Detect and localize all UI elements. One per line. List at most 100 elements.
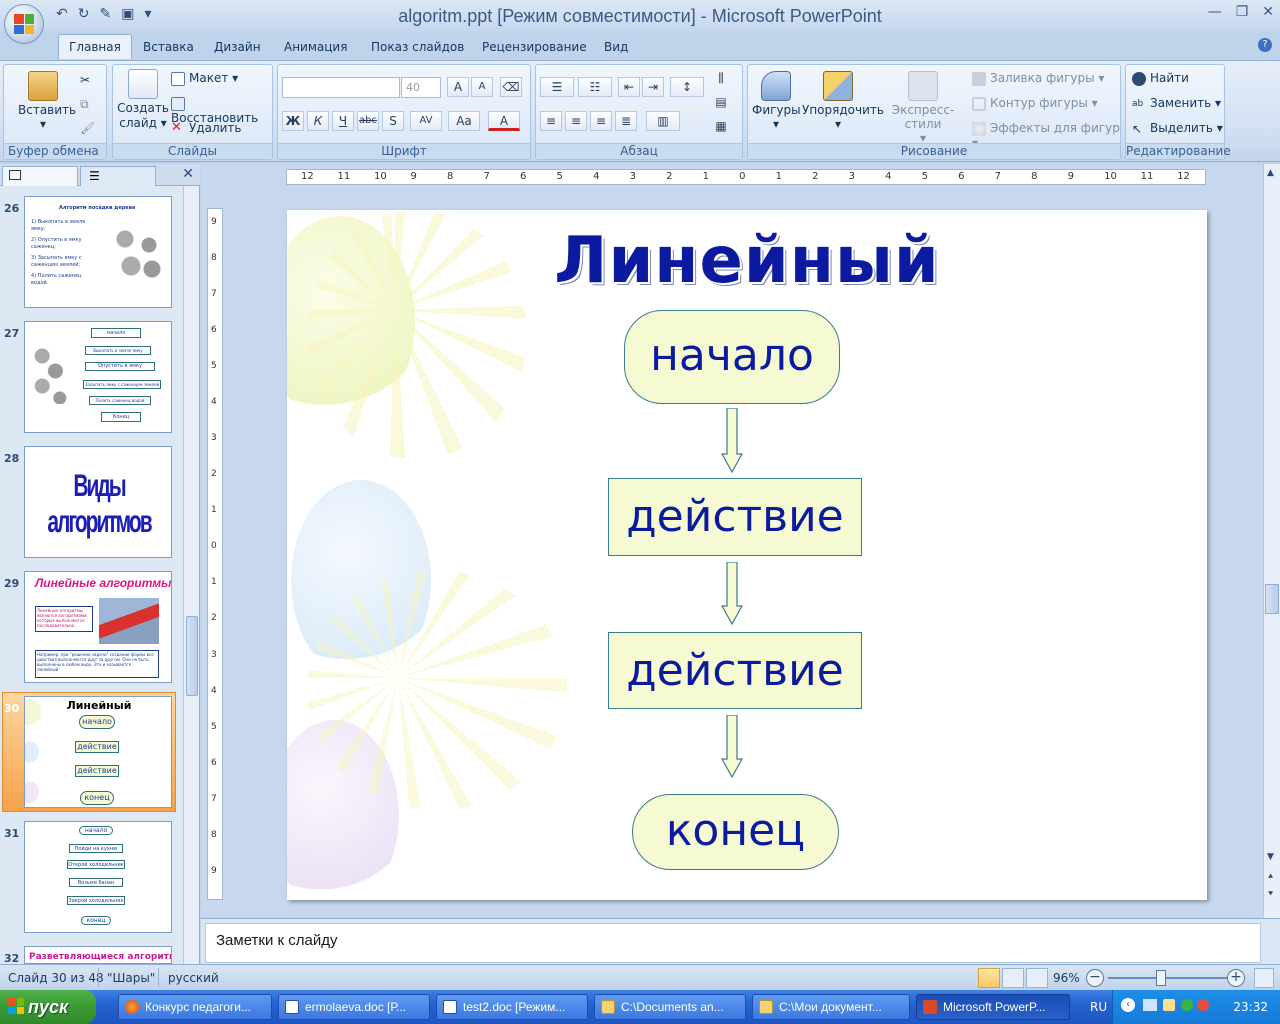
task-explorer-1[interactable]: C:\Documents an...: [594, 994, 746, 1020]
close-panel-icon[interactable]: ✕: [182, 166, 194, 182]
spacing-button[interactable]: AV: [410, 111, 442, 131]
notes-input[interactable]: Заметки к слайду: [205, 923, 1261, 963]
language[interactable]: русский: [168, 971, 219, 985]
arrange-button[interactable]: Упорядочить ▾: [802, 71, 884, 131]
cut-icon[interactable]: ✂: [80, 73, 90, 87]
flow-action-1[interactable]: действие: [608, 478, 862, 556]
new-slide-button[interactable]: Создать слайд ▾: [117, 69, 169, 131]
zoom-in-icon[interactable]: +: [1227, 969, 1245, 987]
shape-fill-button[interactable]: Заливка фигуры ▾: [972, 71, 1104, 86]
tray-arrow-icon[interactable]: ‹: [1121, 998, 1135, 1012]
main-scroll-thumb[interactable]: [1265, 584, 1279, 614]
align-right-button[interactable]: ≡: [590, 111, 612, 131]
increase-indent-button[interactable]: ⇥: [642, 77, 664, 97]
justify-button[interactable]: ≣: [615, 111, 637, 131]
volume-icon[interactable]: [1163, 999, 1175, 1011]
font-name-combo[interactable]: [282, 77, 400, 98]
align-text-icon[interactable]: ▤: [710, 93, 732, 113]
copy-icon[interactable]: ⧉: [80, 97, 89, 112]
thumbnail-box: Открой холодильник: [67, 860, 125, 869]
bold-button[interactable]: Ж: [282, 111, 304, 131]
font-color-button[interactable]: A: [488, 111, 520, 131]
zoom-slider-knob[interactable]: [1156, 970, 1166, 986]
tab-design[interactable]: Дизайн: [214, 40, 261, 54]
line-spacing-button[interactable]: ↕: [670, 77, 704, 97]
ruler-tick-label: 1: [211, 577, 217, 588]
panel-scrollbar[interactable]: [183, 186, 199, 964]
security-icon[interactable]: [1181, 999, 1193, 1011]
shadow-button[interactable]: S: [382, 111, 404, 131]
text-direction-icon[interactable]: ⫼: [710, 69, 732, 89]
flow-end-terminal[interactable]: конец: [632, 794, 839, 870]
office-button[interactable]: [4, 4, 44, 44]
tab-view[interactable]: Вид: [604, 40, 628, 54]
replace-button[interactable]: ab Заменить ▾: [1132, 96, 1221, 111]
italic-button[interactable]: К: [307, 111, 329, 131]
panel-scroll-thumb[interactable]: [186, 616, 198, 696]
slide-canvas[interactable]: Линейный начало действие действие конец: [287, 210, 1207, 900]
find-button[interactable]: Найти: [1132, 71, 1189, 86]
zoom-level[interactable]: 96%: [1053, 971, 1080, 985]
help-icon[interactable]: ?: [1258, 38, 1272, 52]
layout-button[interactable]: Макет ▾: [171, 71, 238, 86]
quick-styles-button[interactable]: Экспресс-стили ▾: [876, 71, 970, 145]
grow-font-button[interactable]: A: [447, 77, 469, 97]
format-brush-icon[interactable]: 🖌: [80, 121, 95, 135]
shape-outline-button[interactable]: Контур фигуры ▾: [972, 96, 1098, 111]
normal-view-button[interactable]: [978, 968, 1000, 988]
tab-home[interactable]: Главная: [58, 34, 132, 59]
flow-start-terminal[interactable]: начало: [624, 310, 840, 404]
sorter-view-button[interactable]: [1002, 968, 1024, 988]
slide-title[interactable]: Линейный: [287, 224, 1207, 298]
scroll-down-icon[interactable]: ▼: [1267, 852, 1274, 862]
smartart-icon[interactable]: ▦: [710, 117, 732, 137]
font-size-combo[interactable]: 40: [401, 77, 441, 98]
flow-action-2[interactable]: действие: [608, 632, 862, 709]
language-indicator[interactable]: RU: [1090, 1000, 1107, 1014]
shrink-font-button[interactable]: A: [471, 77, 493, 97]
task-firefox[interactable]: Конкурс педагоги...: [118, 994, 272, 1020]
network-icon[interactable]: [1143, 999, 1157, 1011]
update-icon[interactable]: [1197, 999, 1209, 1011]
group-label-font: Шрифт: [278, 143, 530, 159]
task-powerpoint[interactable]: Microsoft PowerP...: [916, 994, 1070, 1020]
shape-fill-label: Заливка фигуры: [990, 71, 1095, 85]
numbering-button[interactable]: ☷: [578, 77, 612, 97]
columns-button[interactable]: ▥: [646, 111, 680, 131]
tab-slides-view[interactable]: [2, 166, 78, 186]
decrease-indent-button[interactable]: ⇤: [618, 77, 640, 97]
close-button[interactable]: ✕: [1262, 4, 1274, 20]
clear-format-button[interactable]: ⌫: [500, 77, 522, 97]
task-word-1[interactable]: ermolaeva.doc [Р...: [278, 994, 430, 1020]
task-explorer-2[interactable]: C:\Мои документ...: [752, 994, 910, 1020]
tab-slideshow[interactable]: Показ слайдов: [371, 40, 464, 54]
select-button[interactable]: ↖ Выделить ▾: [1132, 121, 1223, 136]
align-center-button[interactable]: ≡: [565, 111, 587, 131]
case-button[interactable]: Aa: [448, 111, 480, 131]
scroll-up-icon[interactable]: ▲: [1267, 168, 1274, 178]
task-word-2[interactable]: test2.doc [Режим...: [436, 994, 588, 1020]
prev-slide-icon[interactable]: ⯅: [1267, 872, 1274, 882]
zoom-out-icon[interactable]: −: [1086, 969, 1104, 987]
tab-insert[interactable]: Вставка: [143, 40, 194, 54]
tab-review[interactable]: Рецензирование: [482, 40, 587, 54]
paste-button[interactable]: Вставить ▾: [18, 71, 76, 131]
bullets-button[interactable]: ☰: [540, 77, 574, 97]
maximize-button[interactable]: ❐: [1236, 4, 1249, 20]
align-left-button[interactable]: ≡: [540, 111, 562, 131]
shapes-button[interactable]: Фигуры ▾: [752, 71, 801, 131]
thumbnail-title: Разветвляющиеся алгоритмы: [29, 952, 172, 962]
tab-animation[interactable]: Анимация: [284, 40, 347, 54]
zoom-slider-track[interactable]: [1108, 977, 1228, 979]
slideshow-view-button[interactable]: [1026, 968, 1048, 988]
underline-button[interactable]: Ч: [332, 111, 354, 131]
fit-window-button[interactable]: [1254, 968, 1274, 988]
main-scrollbar[interactable]: ▲ ▼ ⯅ ⯆: [1263, 164, 1280, 918]
delete-slide-button[interactable]: ✕ Удалить: [171, 121, 242, 136]
clock[interactable]: 23:32: [1233, 1000, 1268, 1014]
strike-button[interactable]: abc: [357, 111, 379, 131]
tab-outline-view[interactable]: ☰: [80, 166, 156, 186]
minimize-button[interactable]: —: [1208, 4, 1222, 20]
next-slide-icon[interactable]: ⯆: [1267, 890, 1274, 900]
start-button[interactable]: пуск: [0, 990, 96, 1024]
